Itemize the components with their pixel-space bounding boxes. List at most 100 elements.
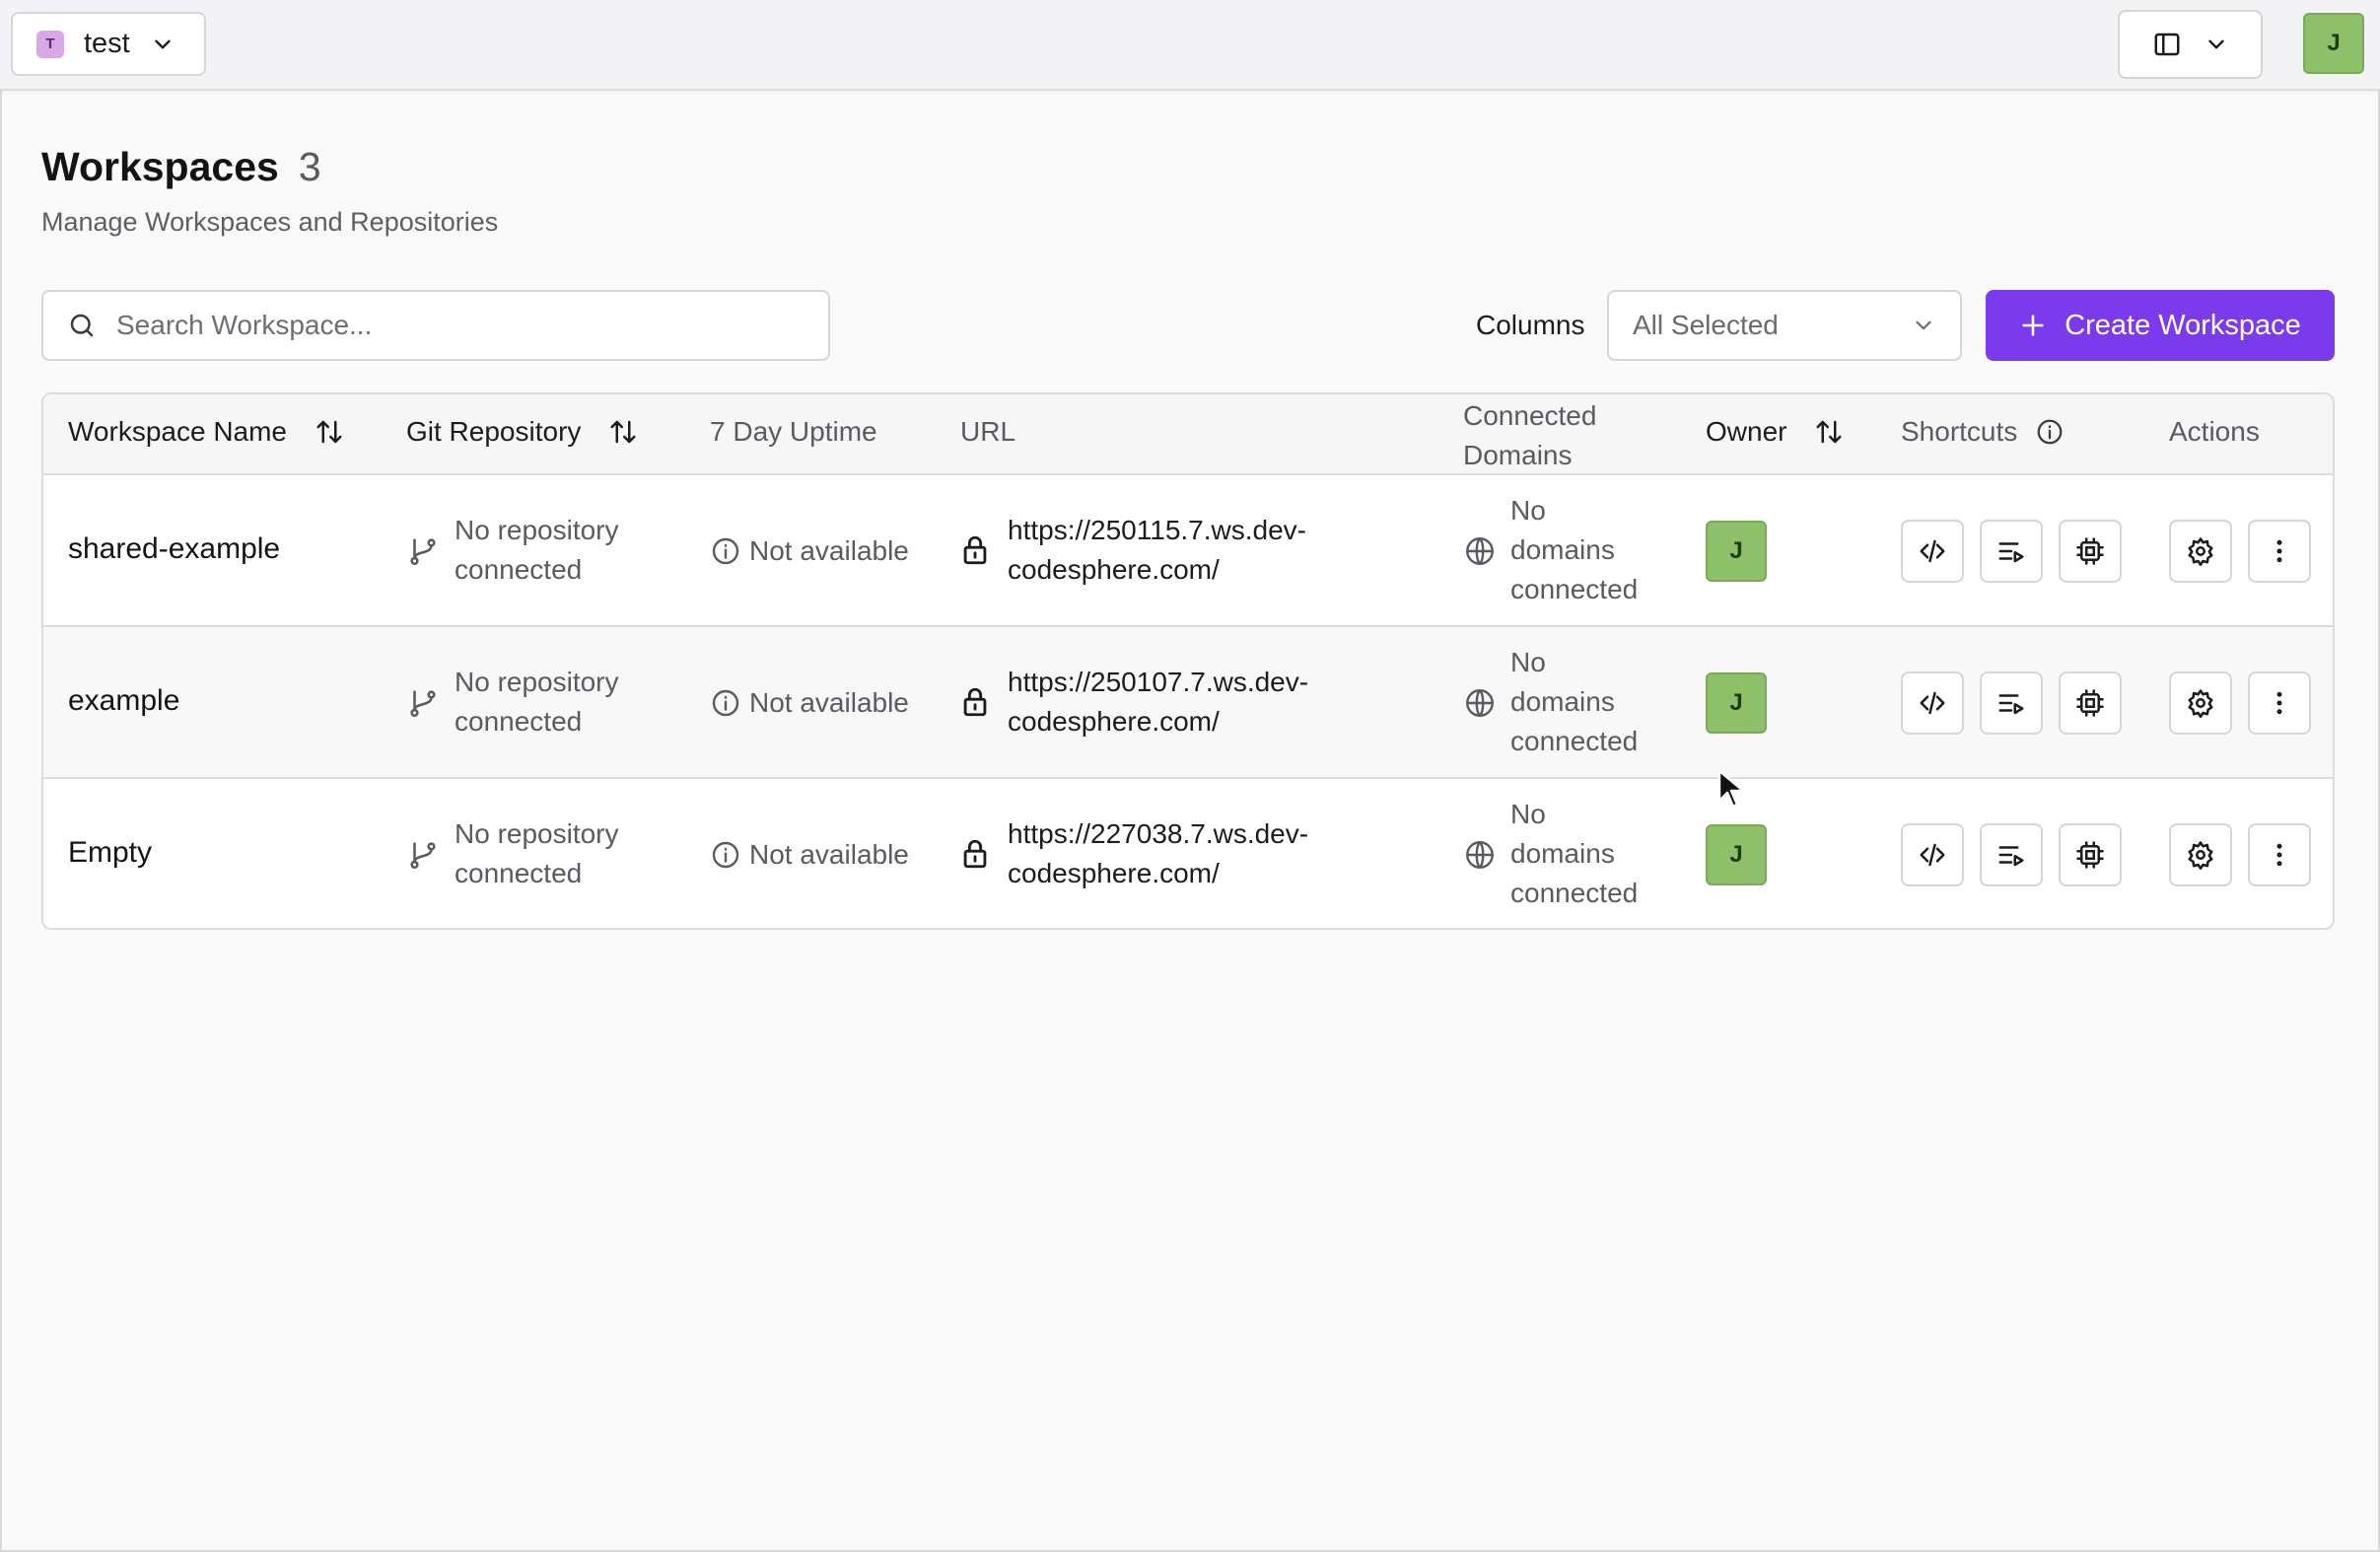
run-pipeline-button[interactable] (1980, 671, 2043, 735)
domains-status: No domains connected (1510, 795, 1658, 913)
column-header-label: Actions (2169, 416, 2260, 447)
column-header-label: Connected (1463, 400, 1597, 431)
kebab-menu-icon (2276, 691, 2282, 715)
page-subtitle: Manage Workspaces and Repositories (41, 207, 499, 237)
column-header-label: Owner (1706, 416, 1787, 447)
workspace-url-line: https://227038.7.ws.dev- (1008, 818, 1309, 849)
owner-avatar[interactable]: J (1706, 521, 1767, 582)
columns-dropdown[interactable]: All Selected (1607, 290, 1962, 361)
uptime-status: Not available (749, 839, 909, 870)
column-header-uptime: 7 Day Uptime (710, 416, 877, 448)
chevron-down-icon (155, 39, 171, 48)
workspace-count: 3 (298, 144, 321, 189)
repository-status-line: connected (455, 858, 583, 888)
run-icon (1998, 694, 2024, 715)
layout-toggle-button[interactable] (2118, 10, 2263, 79)
page-title: Workspaces 3 (41, 144, 321, 190)
workspace-url-link[interactable]: https://250107.7.ws.dev- codesphere.com/ (1008, 663, 1323, 741)
git-branch-icon (410, 842, 436, 870)
cpu-icon (2076, 841, 2104, 869)
domains-status-line: connected (1510, 726, 1639, 756)
cpu-icon (2076, 689, 2104, 717)
search-field[interactable] (41, 290, 830, 361)
domains-status-line: domains (1510, 838, 1615, 869)
create-workspace-button[interactable]: Create Workspace (1986, 290, 2335, 361)
repository-status: No repository connected (455, 814, 671, 893)
workspace-url-link[interactable]: https://227038.7.ws.dev- codesphere.com/ (1008, 814, 1323, 893)
globe-icon (1466, 537, 1494, 565)
repository-status-line: No repository (455, 515, 619, 545)
table-row[interactable]: Empty No repository connected Not availa… (43, 779, 2333, 928)
column-header-label: Workspace Name (68, 416, 288, 447)
globe-icon (1466, 689, 1494, 717)
domains-status: No domains connected (1510, 491, 1658, 609)
resources-button[interactable] (2059, 671, 2122, 735)
column-header-label: Git Repository (406, 416, 582, 447)
sort-icon[interactable] (315, 417, 344, 447)
info-icon (712, 689, 739, 717)
more-actions-button[interactable] (2248, 823, 2311, 886)
more-actions-button[interactable] (2248, 520, 2311, 583)
git-branch-icon (410, 690, 436, 718)
gear-icon (2188, 537, 2213, 566)
columns-label: Columns (1476, 310, 1585, 340)
search-input[interactable] (116, 310, 787, 341)
top-bar: T test J (0, 0, 2380, 91)
owner-avatar[interactable]: J (1706, 824, 1767, 885)
owner-avatar[interactable]: J (1706, 672, 1767, 734)
domains-status-line: domains (1510, 534, 1615, 565)
repository-status-line: connected (455, 554, 583, 585)
table-row[interactable]: shared-example No repository connected N… (43, 475, 2333, 627)
table-header: Workspace Name Git Repository 7 Day Upti… (43, 394, 2333, 475)
column-header-label: 7 Day Uptime (710, 416, 877, 447)
domains-status-line: connected (1510, 574, 1639, 604)
team-selector[interactable]: T test (11, 12, 206, 76)
run-icon (1998, 846, 2024, 867)
open-ide-button[interactable] (1901, 823, 1964, 886)
workspace-url-line: codesphere.com/ (1008, 706, 1220, 737)
run-pipeline-button[interactable] (1980, 823, 2043, 886)
uptime-status: Not available (749, 535, 909, 566)
more-actions-button[interactable] (2248, 671, 2311, 735)
column-header-actions: Actions (2169, 416, 2260, 448)
search-icon (70, 314, 94, 337)
workspace-url-link[interactable]: https://250115.7.ws.dev- codesphere.com/ (1008, 511, 1323, 590)
sort-icon[interactable] (608, 417, 638, 447)
sort-icon[interactable] (1814, 417, 1844, 447)
gear-icon (2188, 841, 2213, 870)
repository-status: No repository connected (455, 663, 671, 741)
run-icon (1998, 542, 2024, 563)
team-name: test (84, 28, 130, 59)
lock-icon (963, 687, 987, 717)
column-header-connected-domains: Connected Domains (1463, 396, 1596, 475)
settings-button[interactable] (2169, 671, 2232, 735)
resources-button[interactable] (2059, 823, 2122, 886)
workspace-name[interactable]: shared-example (68, 529, 280, 569)
workspace-name[interactable]: Empty (68, 833, 152, 873)
uptime-status: Not available (749, 687, 909, 718)
run-pipeline-button[interactable] (1980, 520, 2043, 583)
settings-button[interactable] (2169, 823, 2232, 886)
user-avatar[interactable]: J (2303, 13, 2364, 74)
settings-button[interactable] (2169, 520, 2232, 583)
open-ide-button[interactable] (1901, 671, 1964, 735)
column-header-label: Domains (1463, 440, 1573, 470)
code-icon (1920, 843, 1945, 867)
column-header-label: URL (960, 416, 1016, 447)
resources-button[interactable] (2059, 520, 2122, 583)
kebab-menu-icon (2276, 539, 2282, 563)
column-header-git-repository[interactable]: Git Repository (406, 416, 638, 448)
plus-icon (2022, 315, 2044, 336)
workspace-url-line: codesphere.com/ (1008, 858, 1220, 888)
workspace-name[interactable]: example (68, 681, 179, 721)
gear-icon (2188, 689, 2213, 718)
column-header-owner[interactable]: Owner (1706, 416, 1844, 448)
column-header-url: URL (960, 416, 1015, 448)
repository-status-line: No repository (455, 818, 619, 849)
info-icon (712, 841, 739, 869)
table-row[interactable]: example No repository connected Not avai… (43, 627, 2333, 779)
info-icon[interactable] (2035, 417, 2065, 447)
workspace-url-line: codesphere.com/ (1008, 554, 1220, 585)
open-ide-button[interactable] (1901, 520, 1964, 583)
column-header-workspace-name[interactable]: Workspace Name (68, 416, 344, 448)
